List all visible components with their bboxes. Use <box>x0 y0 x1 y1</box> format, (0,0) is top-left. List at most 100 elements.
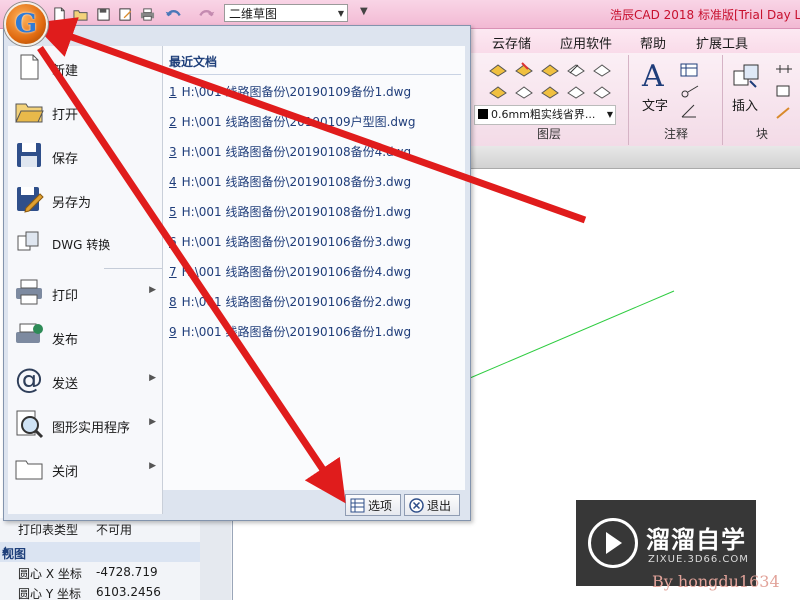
ribbon-footer <box>470 146 800 169</box>
tab-applications[interactable]: 应用软件 <box>560 33 612 52</box>
exit-button[interactable]: 退出 <box>404 494 460 516</box>
menu-item-dwg-convert[interactable]: DWG 转换 <box>8 222 162 266</box>
layer-tool-icon[interactable] <box>540 83 560 99</box>
save-as-icon[interactable] <box>116 5 134 23</box>
insert-block-icon[interactable] <box>732 63 762 91</box>
dimension-tool-icon[interactable] <box>680 103 702 119</box>
workspace-value: 二维草图 <box>229 7 278 21</box>
recent-path: H:\001 线路图备份\20190106备份2.dwg <box>181 295 412 309</box>
customize-toolbar-icon[interactable]: ▼ <box>360 6 368 17</box>
submenu-arrow-icon: ▶ <box>149 285 156 295</box>
ribbon-panel: 0.6mm粗实线省界... ▼ 图层 A 文字 注释 插入 块 <box>470 53 800 147</box>
menu-item-send[interactable]: @ 发送 ▶ <box>8 359 162 403</box>
recent-document-item[interactable]: 8 H:\001 线路图备份\20190106备份2.dwg <box>169 293 411 310</box>
exit-label: 退出 <box>427 499 452 513</box>
app-menu-commands: 新建 打开 保存 另存为 DWG 转换 打印 ▶ 发布 @ 发送 ▶ 图形实用程… <box>8 46 163 514</box>
app-logo-icon: G <box>14 9 38 39</box>
open-folder-icon <box>15 103 44 123</box>
block-tool-icon[interactable] <box>774 61 794 77</box>
layer-tool-icon[interactable] <box>566 83 586 99</box>
recent-document-item[interactable]: 4 H:\001 线路图备份\20190108备份3.dwg <box>169 173 411 190</box>
exit-x-icon <box>409 498 424 513</box>
open-folder-icon[interactable] <box>71 5 89 23</box>
redo-icon[interactable] <box>192 5 218 23</box>
recent-path: H:\001 线路图备份\20190106备份1.dwg <box>181 325 412 339</box>
new-file-icon[interactable] <box>50 5 68 23</box>
recent-num: 5 <box>169 205 177 219</box>
recent-document-item[interactable]: 3 H:\001 线路图备份\20190108备份4.dwg <box>169 143 411 160</box>
prop-value[interactable]: 不可用 <box>96 521 132 538</box>
menu-item-save[interactable]: 保存 <box>8 134 162 178</box>
application-menu: 新建 打开 保存 另存为 DWG 转换 打印 ▶ 发布 @ 发送 ▶ 图形实用程… <box>3 25 471 521</box>
recent-document-item[interactable]: 1 H:\001 线路图备份\20190109备份1.dwg <box>169 83 411 100</box>
recent-document-item[interactable]: 5 H:\001 线路图备份\20190108备份1.dwg <box>169 203 411 220</box>
linetype-select[interactable]: 0.6mm粗实线省界... ▼ <box>474 105 616 125</box>
recent-documents-panel: 最近文档 1 H:\001 线路图备份\20190109备份1.dwg 2 H:\0… <box>163 46 465 490</box>
menu-item-close[interactable]: 关闭 ▶ <box>8 447 162 491</box>
menu-separator <box>104 268 162 269</box>
submenu-arrow-icon: ▶ <box>149 461 156 471</box>
menu-item-label: 保存 <box>52 152 79 167</box>
recent-documents-title: 最近文档 <box>169 55 218 69</box>
prop-value[interactable]: 6103.2456 <box>96 585 161 599</box>
menu-item-new[interactable]: 新建 <box>8 46 162 90</box>
menu-item-save-as[interactable]: 另存为 <box>8 178 162 222</box>
prop-section-view[interactable]: 视图 ▲ <box>0 542 200 562</box>
prop-value[interactable]: -4728.719 <box>96 565 158 579</box>
prop-row-center-y: 圆心 Y 坐标 6103.2456 <box>0 582 200 602</box>
recent-path: H:\001 线路图备份\20190108备份4.dwg <box>181 145 412 159</box>
text-button-label: 文字 <box>642 99 669 114</box>
undo-icon[interactable] <box>162 5 188 23</box>
table-tool-icon[interactable] <box>680 63 698 77</box>
group-label-layers: 图层 <box>536 127 561 141</box>
menu-item-label: 打印 <box>52 289 79 304</box>
at-sign-icon: @ <box>15 362 43 395</box>
prop-key: 圆心 X 坐标 <box>18 567 82 581</box>
recent-document-item[interactable]: 6 H:\001 线路图备份\20190106备份3.dwg <box>169 233 411 250</box>
app-menu-button[interactable]: G <box>4 2 48 46</box>
layer-tool-icon[interactable] <box>514 61 534 77</box>
options-button[interactable]: 选项 <box>345 494 401 516</box>
recent-document-item[interactable]: 2 H:\001 线路图备份\20190109户型图.dwg <box>169 113 415 130</box>
layer-tool-icon[interactable] <box>592 83 612 99</box>
text-tool-icon[interactable]: A <box>642 59 664 94</box>
layer-tool-icon[interactable] <box>514 83 534 99</box>
watermark-url: ZIXUE.3D66.COM <box>648 554 749 565</box>
menu-item-drawing-utilities[interactable]: 图形实用程序 ▶ <box>8 403 162 447</box>
recent-num: 1 <box>169 85 177 99</box>
recent-path: H:\001 线路图备份\20190109户型图.dwg <box>181 115 416 129</box>
properties-panel: 打印表类型 不可用 视图 ▲ 圆心 X 坐标 -4728.719 圆心 Y 坐标… <box>0 518 233 602</box>
tab-extension-tools[interactable]: 扩展工具 <box>696 33 748 52</box>
layer-tool-icon[interactable] <box>566 61 586 77</box>
menu-item-label: 发送 <box>52 377 79 392</box>
menu-item-label: 发布 <box>52 333 79 348</box>
menu-item-print[interactable]: 打印 ▶ <box>8 271 162 315</box>
tab-cloud-storage[interactable]: 云存储 <box>492 33 531 52</box>
menu-item-label: 关闭 <box>52 465 79 480</box>
recent-document-item[interactable]: 7 H:\001 线路图备份\20190106备份4.dwg <box>169 263 411 280</box>
print-icon[interactable] <box>138 5 156 23</box>
prop-key: 打印表类型 <box>18 523 79 537</box>
menu-item-open[interactable]: 打开 <box>8 90 162 134</box>
options-table-icon <box>350 498 365 513</box>
workspace-select[interactable]: 二维草图 ▼ <box>224 4 348 22</box>
menu-item-label: 新建 <box>52 64 79 79</box>
layer-tool-icon[interactable] <box>488 61 508 77</box>
layer-tool-icon[interactable] <box>488 83 508 99</box>
tab-help[interactable]: 帮助 <box>640 33 666 52</box>
block-tool-icon[interactable] <box>774 83 794 99</box>
save-disk-icon[interactable] <box>94 5 112 23</box>
menu-item-publish[interactable]: 发布 <box>8 315 162 359</box>
recent-document-item[interactable]: 9 H:\001 线路图备份\20190106备份1.dwg <box>169 323 411 340</box>
layer-tool-icon[interactable] <box>540 61 560 77</box>
ribbon-tabs: 云存储 应用软件 帮助 扩展工具 <box>470 29 800 53</box>
block-tool-icon[interactable] <box>774 105 794 121</box>
prop-row-center-x: 圆心 X 坐标 -4728.719 <box>0 562 200 582</box>
layer-tool-icon[interactable] <box>592 61 612 77</box>
leader-tool-icon[interactable] <box>680 83 702 99</box>
printer-icon <box>16 279 42 305</box>
recent-path: H:\001 线路图备份\20190106备份3.dwg <box>181 235 412 249</box>
recent-separator <box>167 74 461 75</box>
recent-num: 3 <box>169 145 177 159</box>
properties-scrollbar[interactable] <box>200 518 231 600</box>
